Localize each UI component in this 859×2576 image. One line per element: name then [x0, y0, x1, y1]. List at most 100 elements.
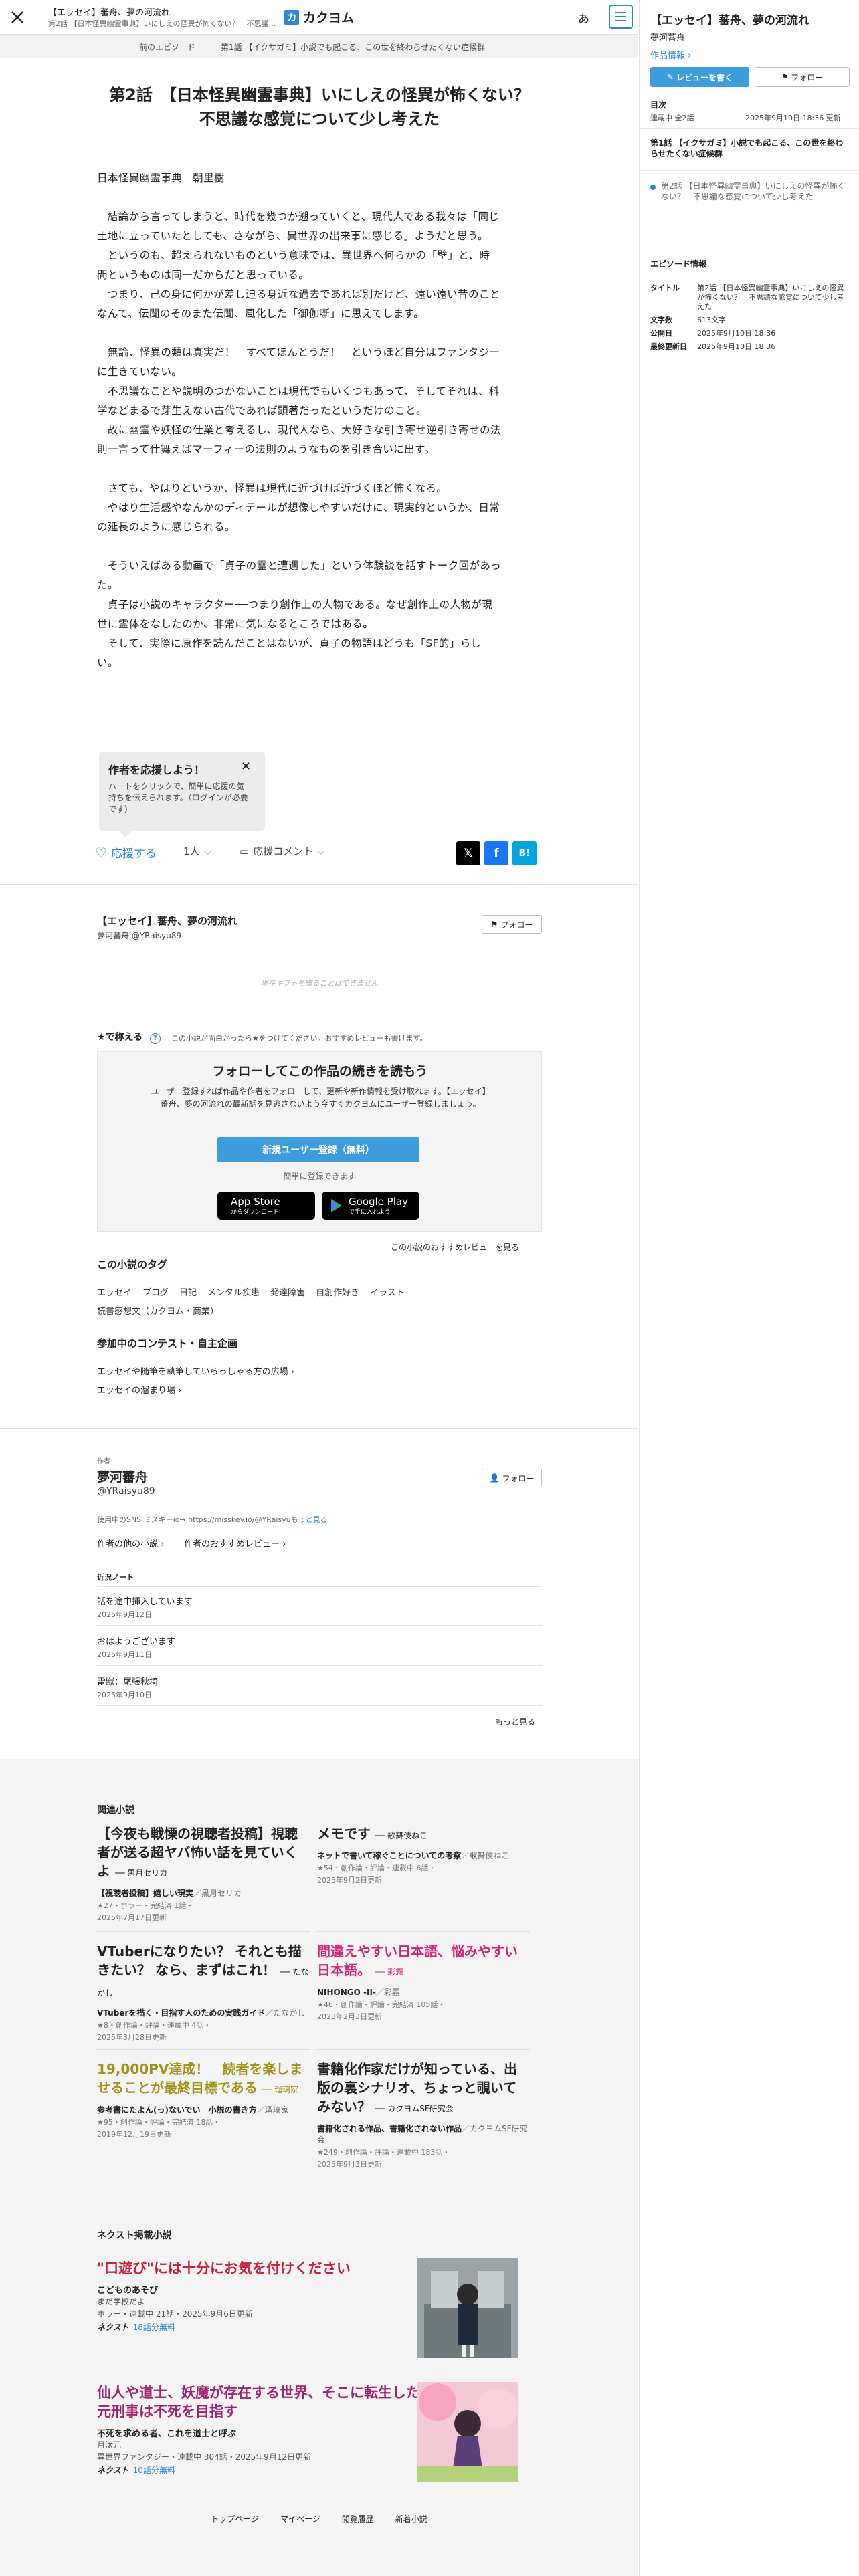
related-title[interactable]: 間違えやすい日本語、悩みやすい日本語。 ── 彩霧 [317, 1942, 530, 1981]
tag-link[interactable]: イラスト [370, 1288, 405, 1298]
body-paragraph: 学などまるで芽生えない古代であれば顕著だったというだけのこと。 [97, 405, 427, 417]
next-title[interactable]: "口遊び"には十分にお気を付けください [97, 2259, 421, 2278]
sidebar-follow-button[interactable]: ⚑ フォロー [755, 67, 850, 87]
note-date: 2025年9月10日 [97, 1691, 152, 1699]
note-title[interactable]: おはようございます [97, 1634, 175, 1647]
sns-more-link[interactable]: もっと見る [291, 1515, 328, 1524]
share-x-button[interactable]: 𝕏 [456, 841, 480, 865]
share-facebook-button[interactable]: f [484, 841, 508, 865]
next-thumbnail-1[interactable] [417, 2258, 518, 2358]
author-name[interactable]: 夢河蕃舟 [97, 1467, 148, 1485]
toc-item-current[interactable]: 第2話 【日本怪異幽霊事典】いにしえの怪異が怖くない？ 不思議な感覚について少し… [661, 181, 848, 202]
work-follow-button[interactable]: ⚑ フォロー [482, 915, 542, 934]
body-paragraph: そして、実際に原作を読んだことはないが、貞子の物語はどうも「SF的」らし [97, 637, 482, 649]
related-author: ── 歌舞伎ねこ [375, 1831, 428, 1840]
info-key: 公開日 [650, 329, 672, 338]
body-paragraph: い。 [97, 657, 118, 669]
comment-label: 応援コメント [253, 845, 314, 857]
share-hatena-button[interactable]: B! [512, 841, 537, 865]
related-title[interactable]: 書籍化作家だけが知っている、出版の裏シナリオ、ちょっと覗いてみない？ ── カク… [317, 2060, 530, 2118]
tag-link[interactable]: ブログ [142, 1288, 169, 1298]
tag-link[interactable]: 日記 [179, 1288, 197, 1298]
sidebar-work-title[interactable]: 【エッセイ】蕃舟、夢の河流れ [650, 13, 851, 29]
write-review-button[interactable]: ✎ レビューを書く [650, 67, 749, 87]
tag-link[interactable]: 発達障害 [270, 1288, 305, 1298]
related-sub-author: ／黒月セリカ [193, 1889, 242, 1898]
next-heading: ネクスト掲載小説 [97, 2230, 172, 2241]
next-thumbnail-2[interactable] [417, 2382, 518, 2482]
tag-link[interactable]: 読書感想文（カクヨム・商業） [97, 1307, 219, 1317]
tag-link[interactable]: 自創作好き [316, 1288, 359, 1298]
note-title[interactable]: 雷獣：尾張秋埼 [97, 1675, 158, 1687]
work-title-link[interactable]: 【エッセイ】蕃舟、夢の河流れ [97, 914, 237, 928]
cheer-comment-button[interactable]: ▭ 応援コメント ⌵ [240, 844, 325, 858]
signup-button[interactable]: 新規ユーザー登録（無料） [217, 1137, 419, 1162]
kakuyomu-logo[interactable]: カ カクヨム [284, 8, 354, 26]
footer-link[interactable]: 新着小説 [395, 2514, 427, 2524]
current-episode-link[interactable]: 第1話 【イクサガミ】小説でも起こる、この世を終わらせたくない症候群 [221, 41, 485, 53]
toc-item[interactable]: 第1話 【イクサガミ】小説でも起こる、この世を終わらせたくない症候群 [650, 138, 848, 159]
next-title[interactable]: 仙人や道士、妖魔が存在する世界、そこに転生した元刑事は不死を目指す [97, 2383, 421, 2421]
author-handle: @YRaisyu89 [97, 1486, 155, 1497]
related-updated: 2025年9月3日更新 [317, 2160, 382, 2169]
work-author-link[interactable]: 夢河蕃舟 @YRaisyu89 [97, 930, 181, 941]
table-of-contents-button[interactable] [609, 5, 633, 29]
related-title[interactable]: 19,000PV達成！ 読者を楽しませることが最終目標である ── 瑠璃家 [97, 2060, 310, 2099]
related-meta: ★95・創作論・評論・完結済 18話・ [97, 2118, 221, 2127]
related-item[interactable]: 間違えやすい日本語、悩みやすい日本語。 ── 彩霧 NIHONGO -II-／彩霧… [317, 1942, 530, 2022]
contest-link[interactable]: エッセイや随筆を執筆していらっしゃる方の広場 › [97, 1364, 294, 1377]
popup-close-icon[interactable]: ✕ [241, 760, 251, 774]
related-title[interactable]: 【今夜も戦慄の視聴者投稿】視聴者が送る超ヤバ怖い話を見ていくよ ── 黒月セリカ [97, 1824, 310, 1883]
info-value: 613文字 [697, 316, 726, 324]
google-play-button[interactable]: Google Play で手に入れよう [322, 1192, 419, 1220]
cheer-count[interactable]: 1人 ⌵ [183, 844, 211, 858]
body-paragraph: 結論から言ってしまうと、時代を幾つか遡っていくと、現代人である我々は「同じ [97, 211, 500, 223]
body-paragraph: 間というものは同一だからだと思っている。 [97, 269, 310, 281]
info-key: 文字数 [650, 316, 672, 324]
body-paragraph: に生きていない。 [97, 366, 183, 378]
author-recommended-link[interactable]: 作者のおすすめレビュー › [184, 1537, 286, 1549]
related-updated: 2023年2月3日更新 [317, 2012, 382, 2021]
prev-episode-link[interactable]: 前のエピソード [139, 41, 195, 53]
footer-link[interactable]: マイページ [280, 2514, 320, 2524]
close-icon[interactable] [9, 9, 25, 25]
sidebar-author[interactable]: 夢河蕃舟 [650, 31, 685, 43]
related-item[interactable]: VTuberになりたい？ それとも描きたい？ なら、まずはこれ！ ── たなかし… [97, 1942, 310, 2043]
recommended-reviews-link[interactable]: この小説のおすすめレビューを見る [391, 1241, 519, 1253]
author-follow-button[interactable]: 👤 フォロー [482, 1469, 542, 1487]
app-store-button[interactable]: App Store からダウンロード [217, 1192, 315, 1220]
notes-more-link[interactable]: もっと見る [495, 1716, 535, 1727]
footer-link[interactable]: 閲覧履歴 [342, 2514, 374, 2524]
related-title[interactable]: メモです ── 歌舞伎ねこ [317, 1824, 530, 1845]
tag-link[interactable]: エッセイ [97, 1288, 132, 1298]
contest-link[interactable]: エッセイの溜まり場 › [97, 1383, 181, 1396]
note-title[interactable]: 話を途中挿入しています [97, 1594, 193, 1607]
divider [0, 884, 638, 885]
font-settings-button[interactable]: あ [578, 9, 589, 26]
divider [97, 2049, 310, 2050]
cheer-button[interactable]: ♡ 応援する [95, 844, 157, 861]
follow-label: フォロー [791, 72, 824, 82]
play-label: Google Play [349, 1195, 408, 1208]
toc-line [615, 16, 626, 17]
follow-label: フォロー [500, 920, 533, 930]
sidebar-work-info-link[interactable]: 作品情報 › [650, 48, 691, 61]
related-updated: 2025年3月28日更新 [97, 2033, 167, 2042]
related-item[interactable]: 【今夜も戦慄の視聴者投稿】視聴者が送る超ヤバ怖い話を見ていくよ ── 黒月セリカ… [97, 1824, 310, 1923]
header-work-title[interactable]: 【エッセイ】蕃舟、夢の河流れ [48, 5, 170, 18]
footer-link[interactable]: トップページ [211, 2514, 259, 2524]
other-works-label: 作者の他の小説 [97, 1539, 159, 1549]
divider [317, 2049, 530, 2050]
related-title[interactable]: VTuberになりたい？ それとも描きたい？ なら、まずはこれ！ ── たなかし [97, 1942, 310, 2002]
tag-link[interactable]: メンタル疾患 [207, 1288, 260, 1298]
related-item[interactable]: 書籍化作家だけが知っている、出版の裏シナリオ、ちょっと覗いてみない？ ── カク… [317, 2060, 530, 2170]
related-item[interactable]: メモです ── 歌舞伎ねこ ネットで書いて稼ぐことについての考察／歌舞伎ねこ ★54… [317, 1824, 530, 1886]
related-item[interactable]: 19,000PV達成！ 読者を楽しませることが最終目標である ── 瑠璃家 参考書… [97, 2060, 310, 2140]
author-other-works-link[interactable]: 作者の他の小説 › [97, 1537, 164, 1549]
related-meta: ★8・創作論・評論・連載中 4話・ [97, 2021, 211, 2030]
toc-heading: 目次 [650, 100, 667, 110]
help-icon[interactable]: ? [150, 1033, 161, 1044]
next-brand-logo: ネクスト [97, 2323, 129, 2332]
next-item[interactable]: "口遊び"には十分にお気を付けください こどものあそび まだ学校だよ ホラー・連載中 … [97, 2259, 421, 2333]
next-item[interactable]: 仙人や道士、妖魔が存在する世界、そこに転生した元刑事は不死を目指す 不死を求める者… [97, 2383, 421, 2476]
